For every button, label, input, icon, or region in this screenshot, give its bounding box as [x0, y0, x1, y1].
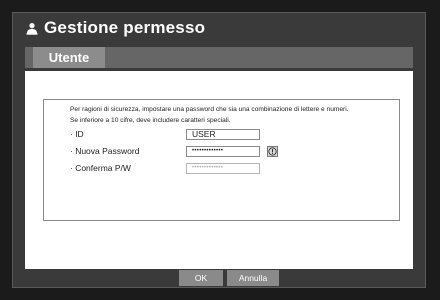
security-notice-line-2: Se inferiore a 10 cifre, deve includere … [70, 117, 231, 124]
title-bar: Gestione permesso [13, 13, 425, 43]
security-notice-line-1: Per ragioni di sicurezza, impostare una … [70, 106, 349, 113]
id-label: · ID [70, 129, 84, 139]
user-icon [25, 21, 39, 35]
cancel-button[interactable]: Annulla [227, 270, 279, 286]
new-password-field[interactable]: ••••••••••••• [186, 146, 260, 157]
button-bar: OK Annulla [13, 269, 425, 287]
confirm-password-field[interactable]: ••••••••••••• [186, 163, 260, 174]
new-password-label: · Nuova Password [70, 146, 140, 156]
confirm-password-label: · Conferma P/W [70, 163, 131, 173]
permission-dialog: Gestione permesso Utente Per ragioni di … [12, 12, 426, 288]
info-icon[interactable] [267, 146, 278, 157]
ok-button[interactable]: OK [179, 270, 223, 286]
dialog-title: Gestione permesso [44, 18, 206, 37]
password-settings-box: Per ragioni di sicurezza, impostare una … [43, 99, 400, 221]
tab-strip: Utente [25, 47, 413, 68]
content-panel: Per ragioni di sicurezza, impostare una … [25, 71, 413, 269]
id-field[interactable]: USER [186, 129, 260, 140]
tab-utente[interactable]: Utente [33, 47, 105, 68]
